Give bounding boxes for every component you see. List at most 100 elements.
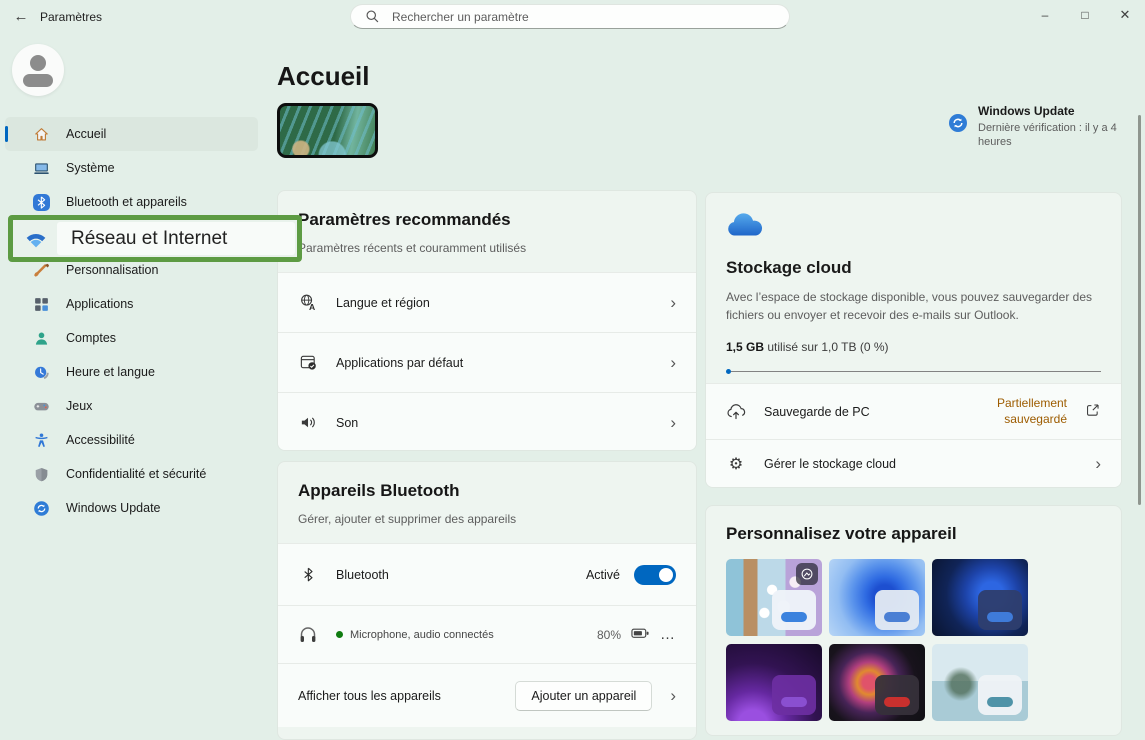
device-wallpaper-thumbnail: [277, 103, 378, 158]
theme-flower-dark-tile[interactable]: [829, 644, 925, 721]
toggle-knob: [659, 568, 673, 582]
storage-usage-text: 1,5 GB utilisé sur 1,0 TB (0 %): [726, 340, 1101, 354]
sidebar-item-heure-langue[interactable]: Heure et langue: [5, 355, 258, 389]
card-subtitle: Paramètres récents et couramment utilisé…: [298, 241, 676, 255]
home-icon: [32, 125, 50, 143]
close-button[interactable]: ✕: [1105, 0, 1145, 30]
sidebar-item-comptes[interactable]: Comptes: [5, 321, 258, 355]
sidebar-item-accueil[interactable]: Accueil: [5, 117, 258, 151]
cloud-backup-icon: [726, 402, 746, 422]
cloud-storage-card: Stockage cloud Avec l’espace de stockage…: [705, 192, 1122, 488]
chevron-right-icon: ›: [670, 414, 676, 431]
update-status-title: Windows Update: [978, 104, 1128, 118]
theme-tiles: [706, 559, 1121, 721]
device-status-text: Microphone, audio connectés: [350, 629, 494, 641]
language-region-icon: A: [298, 293, 318, 313]
chevron-right-icon: ›: [670, 294, 676, 311]
sidebar-item-accessibilite[interactable]: Accessibilité: [5, 423, 258, 457]
more-options-button[interactable]: …: [660, 632, 676, 638]
sidebar-item-applications[interactable]: Applications: [5, 287, 258, 321]
sidebar-item-systeme[interactable]: Système: [5, 151, 258, 185]
manage-cloud-storage-row[interactable]: ⚙ Gérer le stockage cloud ›: [706, 439, 1121, 487]
annotation-label: Réseau et Internet: [57, 222, 295, 255]
sidebar-item-bluetooth[interactable]: Bluetooth et appareils: [5, 185, 258, 219]
toggle-state-label: Activé: [586, 568, 620, 582]
devices-footer-row: Afficher tous les appareils Ajouter un a…: [278, 663, 696, 727]
pc-backup-row[interactable]: Sauvegarde de PC Partiellement sauvegard…: [706, 383, 1121, 439]
vertical-scrollbar[interactable]: [1138, 115, 1141, 505]
windows-update-status[interactable]: Windows Update Dernière vérification : i…: [948, 104, 1128, 150]
apps-icon: [32, 295, 50, 313]
minimize-icon: –: [1042, 8, 1049, 22]
card-subtitle: Gérer, ajouter et supprimer des appareil…: [298, 512, 676, 526]
storage-used-value: 1,5 GB: [726, 340, 764, 354]
window-title: Paramètres: [40, 10, 102, 24]
games-icon: [32, 397, 50, 415]
accessibility-icon: [32, 431, 50, 449]
bluetooth-icon: [298, 565, 318, 585]
recommended-settings-card: Paramètres recommandés Paramètres récent…: [277, 190, 697, 451]
add-device-button[interactable]: Ajouter un appareil: [515, 681, 652, 711]
accounts-icon: [32, 329, 50, 347]
time-language-icon: [32, 363, 50, 381]
start-menu-preview: [772, 675, 816, 715]
theme-bloom-light-tile[interactable]: [829, 559, 925, 636]
bluetooth-device-row[interactable]: Microphone, audio connectés 80% …: [278, 605, 696, 663]
start-menu-preview: [875, 675, 919, 715]
setting-row-langue-et-region[interactable]: A Langue et région ›: [278, 272, 696, 332]
theme-bloom-dark-tile[interactable]: [932, 559, 1028, 636]
accent-pill: [781, 697, 807, 707]
headphones-icon: [298, 625, 318, 645]
start-menu-preview: [978, 675, 1022, 715]
selected-indicator: [5, 126, 8, 142]
settings-search-box[interactable]: [350, 4, 790, 29]
theme-glow-purple-tile[interactable]: [726, 644, 822, 721]
personalization-icon: [32, 261, 50, 279]
annotation-box-reseau-et-internet[interactable]: Réseau et Internet: [8, 215, 302, 262]
bluetooth-toggle[interactable]: [634, 565, 676, 585]
sidebar-item-confidentialite[interactable]: Confidentialité et sécurité: [5, 457, 258, 491]
user-avatar[interactable]: [12, 44, 64, 96]
accent-pill: [884, 612, 910, 622]
bluetooth-devices-card: Appareils Bluetooth Gérer, ajouter et su…: [277, 461, 697, 740]
accent-pill: [781, 612, 807, 622]
cloud-description: Avec l’espace de stockage disponible, vo…: [726, 288, 1101, 324]
connected-status-dot: [336, 631, 343, 638]
sidebar-item-jeux[interactable]: Jeux: [5, 389, 258, 423]
storage-progress-bar: [726, 369, 1101, 374]
minimize-button[interactable]: –: [1025, 0, 1065, 30]
wifi-icon: [24, 227, 48, 251]
privacy-shield-icon: [32, 465, 50, 483]
sidebar-item-windows-update[interactable]: Windows Update: [5, 491, 258, 525]
card-title: Paramètres recommandés: [298, 210, 676, 230]
card-title: Stockage cloud: [726, 258, 1101, 278]
personalize-device-card: Personnalisez votre appareil: [705, 505, 1122, 736]
show-all-devices-link[interactable]: Afficher tous les appareils: [298, 689, 497, 703]
setting-row-applications-par-defaut[interactable]: Applications par défaut ›: [278, 332, 696, 392]
card-title: Appareils Bluetooth: [298, 481, 676, 501]
battery-percentage: 80%: [597, 628, 621, 642]
svg-text:A: A: [308, 302, 314, 312]
back-button[interactable]: ←: [8, 4, 34, 28]
theme-split-light-tile[interactable]: [726, 559, 822, 636]
windows-update-icon: [948, 113, 968, 133]
start-menu-preview: [978, 590, 1022, 630]
accent-pill: [987, 612, 1013, 622]
start-menu-preview: [772, 590, 816, 630]
theme-landscape-light-tile[interactable]: [932, 644, 1028, 721]
window-controls: – □ ✕: [1025, 0, 1145, 30]
sidebar-nav: Accueil Système Bluetooth et appareils R…: [5, 117, 258, 525]
bluetooth-icon: [32, 193, 50, 211]
maximize-button[interactable]: □: [1065, 0, 1105, 30]
accent-pill: [884, 697, 910, 707]
battery-icon: [631, 624, 650, 646]
progress-rail: [731, 371, 1101, 373]
search-input[interactable]: [390, 9, 777, 25]
close-icon: ✕: [1120, 7, 1131, 23]
cloud-icon: [726, 227, 764, 241]
setting-row-son[interactable]: Son ›: [278, 392, 696, 451]
system-icon: [32, 159, 50, 177]
external-link-icon: [1085, 402, 1101, 421]
backup-status-text: Partiellement sauvegardé: [975, 396, 1067, 427]
gear-icon: ⚙: [726, 454, 746, 474]
